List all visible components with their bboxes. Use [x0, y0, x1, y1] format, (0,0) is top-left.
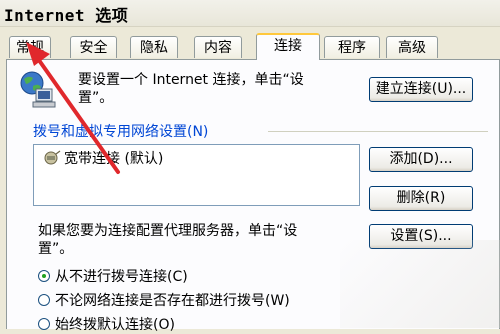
tab-connections[interactable]: 连接 — [256, 33, 320, 60]
red-arrow-annotation — [26, 42, 120, 174]
